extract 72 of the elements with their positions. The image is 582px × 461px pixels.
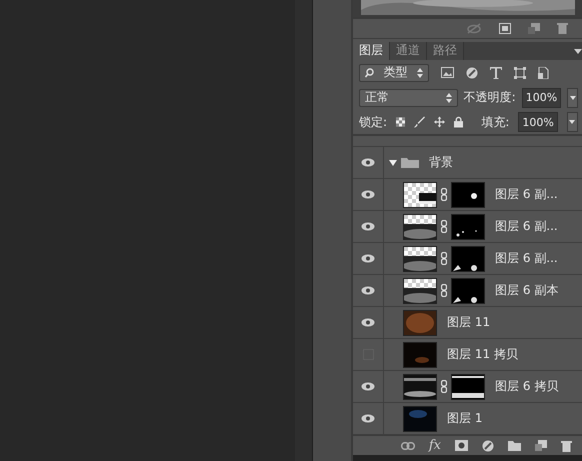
layer-name: 图层 6 副本 [495, 282, 558, 300]
fill-dropdown-button[interactable] [566, 112, 578, 132]
layer-group-row[interactable]: 背景 [353, 146, 582, 180]
caret-down-icon [569, 120, 576, 124]
link-icon [441, 284, 447, 298]
smart-object-filter-icon[interactable] [538, 66, 549, 79]
eye-icon[interactable] [361, 190, 375, 200]
layer-name: 图层 11 [447, 314, 490, 332]
move-icon[interactable] [434, 116, 446, 128]
adjustment-filter-icon[interactable] [466, 66, 478, 79]
folder-icon [401, 157, 419, 168]
layer-name: 图层 6 副... [495, 186, 558, 204]
layer-name: 图层 6 副... [495, 218, 558, 236]
panel-tab[interactable]: 路径 [427, 42, 464, 60]
eye-icon[interactable] [361, 318, 375, 328]
eye-icon[interactable] [361, 286, 375, 296]
layer-row[interactable]: 图层 6 拷贝 [353, 371, 582, 404]
layer-row[interactable]: 图层 6 副... [353, 211, 582, 244]
eye-icon[interactable] [361, 382, 375, 392]
link-layers-icon[interactable] [400, 442, 415, 450]
add-mask-icon[interactable] [455, 440, 468, 452]
stepper-arrows-icon [446, 92, 452, 103]
layer-row[interactable]: 图层 6 副... [353, 243, 582, 276]
layer-row[interactable]: 图层 11 拷贝 [353, 339, 582, 372]
opacity-field[interactable]: 100% [522, 88, 562, 108]
lock-label: 锁定: [359, 114, 388, 131]
eye-icon[interactable] [361, 158, 375, 168]
mask-icon[interactable] [499, 22, 511, 34]
layer-name: 图层 1 [447, 410, 482, 428]
shape-filter-icon[interactable] [514, 66, 526, 79]
layer-name: 图层 6 副... [495, 250, 558, 268]
expanded-caret-icon[interactable] [389, 158, 397, 167]
link-icon [441, 380, 447, 394]
fill-field[interactable]: 100% [518, 112, 558, 132]
new-layer-icon[interactable] [528, 22, 540, 34]
adjustment-layer-icon[interactable] [482, 440, 494, 452]
text-filter-icon[interactable] [490, 66, 502, 79]
layer-style-button[interactable]: fx [428, 438, 441, 454]
search-icon [365, 68, 374, 78]
layer-row[interactable]: 图层 6 副本 [353, 275, 582, 308]
filter-label: 类型 [384, 64, 408, 82]
layer-row[interactable]: 图层 6 副... [353, 179, 582, 212]
filter-dropdown[interactable]: 类型 [359, 64, 429, 82]
panel-tab[interactable]: 通道 [390, 42, 427, 60]
trash-icon[interactable] [561, 440, 572, 452]
blend-mode-dropdown[interactable]: 正常 [359, 88, 458, 107]
image-filter-icon[interactable] [441, 67, 454, 78]
opacity-label: 不透明度: [464, 89, 516, 106]
brush-icon[interactable] [414, 116, 426, 128]
lock-icon[interactable] [454, 116, 464, 128]
blend-mode-value: 正常 [365, 89, 389, 106]
folder-icon[interactable] [508, 440, 521, 452]
layer-name: 图层 6 拷贝 [495, 378, 558, 396]
link-icon [441, 188, 447, 202]
layer-name: 图层 11 拷贝 [447, 346, 518, 364]
link-icon [441, 220, 447, 234]
trash-icon[interactable] [557, 22, 568, 34]
panel-tab[interactable]: 图层 [353, 42, 390, 60]
lock-transparency-icon[interactable] [396, 117, 406, 128]
link-icon [441, 252, 447, 266]
opacity-dropdown-button[interactable] [567, 88, 578, 108]
layer-row[interactable]: 图层 11 [353, 307, 582, 340]
eye-icon[interactable] [361, 414, 375, 424]
stepper-arrows-icon [417, 68, 423, 78]
caret-down-icon [570, 96, 576, 100]
fill-label: 填充: [481, 114, 510, 131]
panel-menu-icon[interactable] [574, 48, 582, 55]
new-layer-icon[interactable] [535, 440, 547, 452]
eye-icon[interactable] [361, 222, 375, 232]
eye-icon[interactable] [361, 254, 375, 264]
layer-row[interactable]: 图层 1 [353, 403, 582, 436]
layer-name: 背景 [429, 154, 453, 172]
